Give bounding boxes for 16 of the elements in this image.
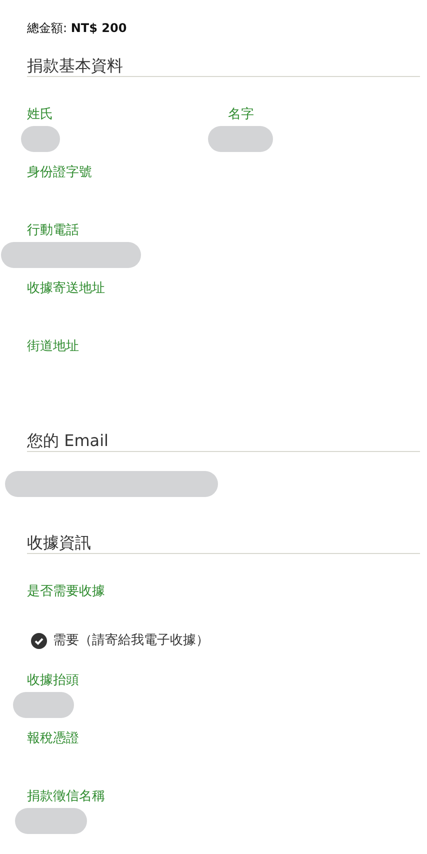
checkbox[interactable] [31,633,47,649]
total-amount: 總金額: NT$ 200 [27,20,128,37]
field-label: 街道地址 [27,338,80,356]
field-label: 報稅憑證 [27,730,80,748]
field-label: 姓氏 [27,106,54,124]
field-label: 行動電話 [27,222,80,240]
field-label: 名字 [228,106,255,124]
section-heading: 收據資訊 [27,533,420,554]
field-label: 收據抬頭 [27,672,80,690]
option-label: 需要（請寄給我電子收據） [53,632,209,650]
field-label: 收據寄送地址 [27,280,106,298]
field-label: 身份證字號 [27,164,93,182]
field-label: 是否需要收據 [27,583,106,601]
section-heading: 您的 Email [27,431,420,452]
field-label: 捐款徵信名稱 [27,788,106,806]
section-heading: 捐款基本資料 [27,56,420,77]
